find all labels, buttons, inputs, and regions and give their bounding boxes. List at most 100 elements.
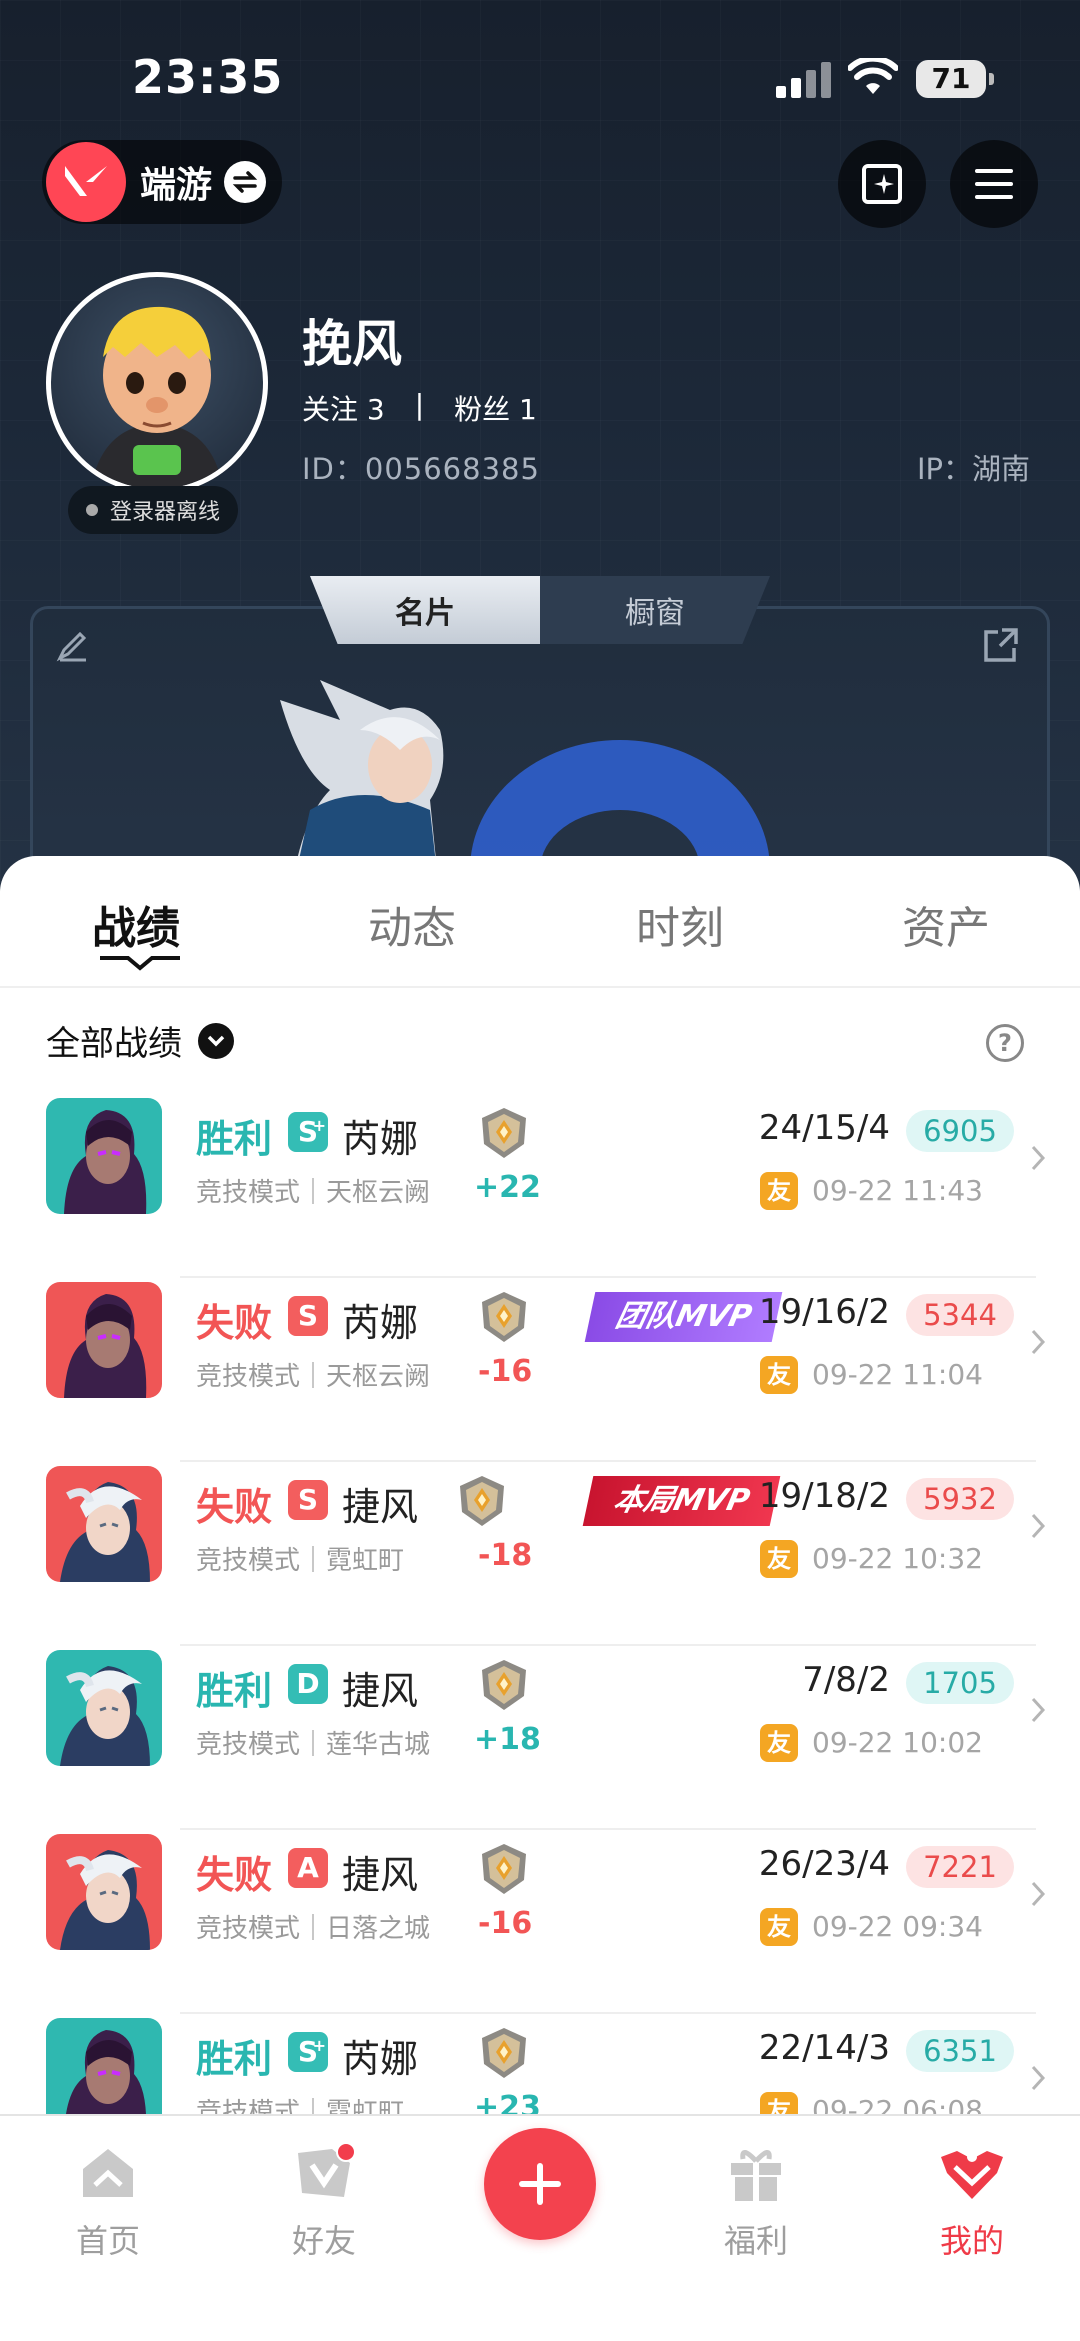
friend-party-tag: 友 — [760, 1540, 798, 1578]
game-switcher[interactable]: 端游 — [42, 140, 283, 224]
match-mode-map: 竞技模式｜霓虹町 — [196, 1546, 405, 1576]
agent-portrait — [46, 1834, 162, 1950]
combat-score: 5932 — [906, 1478, 1014, 1520]
agent-name: 芮娜 — [342, 1117, 419, 1161]
match-mode-map: 竞技模式｜天枢云阙 — [196, 1178, 431, 1208]
tier-badge-icon — [460, 1476, 504, 1526]
online-status-label: 登录器离线 — [110, 500, 221, 525]
signal-icon — [776, 62, 832, 98]
rank-points-delta: -16 — [478, 1354, 533, 1389]
records-filter[interactable]: 全部战绩 — [46, 1016, 234, 1065]
friend-party-tag: 友 — [760, 1908, 798, 1946]
kda: 24/15/4 — [758, 1108, 890, 1148]
match-row[interactable]: 胜利 S + 芮娜 竞技模式｜天枢云阙 +22 24/15/4 6905 友 09… — [0, 1094, 1080, 1278]
create-post-button[interactable] — [484, 2128, 596, 2240]
bottom-nav: 首页 好友 福利 我的 — [0, 2114, 1080, 2341]
chevron-right-icon — [1031, 2065, 1046, 2091]
card-tabs: 名片 橱窗 — [280, 576, 800, 646]
plus-icon — [519, 2163, 561, 2205]
match-mode-map: 竞技模式｜莲华古城 — [196, 1730, 431, 1760]
friend-party-tag: 友 — [760, 1172, 798, 1210]
chevron-right-icon — [1031, 1697, 1046, 1723]
chevron-right-icon — [1031, 1145, 1046, 1171]
mvp-badge: 本局MVP — [582, 1476, 781, 1526]
performance-rank-badge: S + — [288, 2032, 328, 2072]
rank-points-delta: +22 — [474, 1170, 541, 1205]
nav-mine-label: 我的 — [939, 2222, 1004, 2260]
match-datetime: 09-22 09:34 — [812, 1910, 983, 1943]
agent-name: 捷风 — [342, 1669, 419, 1713]
follow-stats: 关注 3 | 粉丝 1 — [302, 388, 537, 428]
app-name: 端游 — [140, 165, 213, 206]
friend-party-tag: 友 — [760, 1724, 798, 1762]
agent-name: 芮娜 — [342, 2037, 419, 2081]
chevron-right-icon — [1031, 1881, 1046, 1907]
active-tab-indicator — [100, 956, 180, 971]
match-result: 胜利 — [196, 1669, 273, 1713]
nav-welfare[interactable]: 福利 — [676, 2140, 836, 2262]
rank-points-delta: -16 — [478, 1906, 533, 1941]
main-tabs: 战绩 动态 时刻 资产 — [0, 856, 1080, 988]
kda: 22/14/3 — [758, 2028, 890, 2068]
tab-activity[interactable]: 动态 — [368, 892, 456, 956]
following-count[interactable]: 关注 3 — [302, 388, 385, 428]
user-id: ID：005668385 — [302, 452, 540, 486]
tab-showcase[interactable]: 橱窗 — [540, 576, 770, 644]
chevron-right-icon — [1031, 1329, 1046, 1355]
home-icon — [83, 2149, 133, 2197]
agent-portrait — [46, 1282, 162, 1398]
performance-rank-badge: S — [288, 1296, 328, 1336]
kda: 26/23/4 — [758, 1844, 890, 1884]
edit-icon[interactable] — [56, 628, 90, 662]
match-row[interactable]: 失败 S 芮娜 竞技模式｜天枢云阙 -16 团队MVP 19/16/2 5344… — [0, 1278, 1080, 1462]
nav-mine[interactable]: 我的 — [892, 2140, 1052, 2262]
tier-badge-icon — [482, 1292, 526, 1342]
match-datetime: 09-22 10:32 — [812, 1542, 983, 1575]
valorant-logo — [46, 142, 126, 222]
chevron-right-icon — [1031, 1513, 1046, 1539]
help-icon[interactable]: ? — [986, 1024, 1024, 1062]
battery-icon: 71 — [916, 60, 994, 98]
combat-score: 7221 — [906, 1846, 1014, 1888]
combat-score: 5344 — [906, 1294, 1014, 1336]
menu-button[interactable] — [950, 140, 1038, 228]
avatar[interactable] — [46, 272, 268, 494]
mvp-badge: 团队MVP — [584, 1292, 783, 1342]
rank-points-delta: -18 — [478, 1538, 533, 1573]
tier-badge-icon — [482, 2028, 526, 2078]
match-result: 失败 — [196, 1853, 273, 1897]
status-dot — [86, 504, 98, 516]
match-mode-map: 竞技模式｜日落之城 — [196, 1914, 431, 1944]
match-row[interactable]: 失败 S 捷风 竞技模式｜霓虹町 -18 本局MVP 19/18/2 5932 … — [0, 1462, 1080, 1646]
tier-badge-icon — [482, 1660, 526, 1710]
rank-points-delta: +18 — [474, 1722, 541, 1757]
tab-card[interactable]: 名片 — [310, 576, 540, 644]
fans-count[interactable]: 粉丝 1 — [454, 388, 537, 428]
nav-welfare-label: 福利 — [723, 2222, 788, 2260]
performance-rank-badge: A — [288, 1848, 328, 1888]
profile-header: 23:35 71 端游 登录器离线 挽风 关注 3 | 粉丝 1 ID：0056… — [0, 0, 1080, 900]
match-result: 失败 — [196, 1485, 273, 1529]
match-result: 胜利 — [196, 2037, 273, 2081]
status-time: 23:35 — [132, 50, 284, 104]
nav-friends[interactable]: 好友 — [244, 2140, 404, 2262]
nav-home[interactable]: 首页 — [28, 2140, 188, 2262]
share-icon[interactable] — [980, 626, 1020, 666]
chevron-down-icon — [198, 1022, 234, 1059]
swap-icon[interactable] — [224, 161, 267, 203]
spark-card-button[interactable] — [838, 140, 926, 228]
tier-badge-icon — [482, 1108, 526, 1158]
tier-badge-icon — [482, 1844, 526, 1894]
tab-assets[interactable]: 资产 — [902, 892, 990, 956]
agent-name: 捷风 — [342, 1485, 419, 1529]
tab-moments[interactable]: 时刻 — [636, 892, 724, 956]
match-datetime: 09-22 11:04 — [812, 1358, 983, 1391]
online-status: 登录器离线 — [68, 486, 239, 534]
match-row[interactable]: 失败 A 捷风 竞技模式｜日落之城 -16 26/23/4 7221 友 09-… — [0, 1830, 1080, 2014]
match-row[interactable]: 胜利 D 捷风 竞技模式｜莲华古城 +18 7/8/2 1705 友 09-22… — [0, 1646, 1080, 1830]
gift-icon — [731, 2150, 781, 2201]
ip-location: IP：湖南 — [916, 452, 1030, 486]
match-result: 失败 — [196, 1301, 273, 1345]
performance-rank-badge: S + — [288, 1112, 328, 1152]
tab-records[interactable]: 战绩 — [92, 892, 180, 956]
